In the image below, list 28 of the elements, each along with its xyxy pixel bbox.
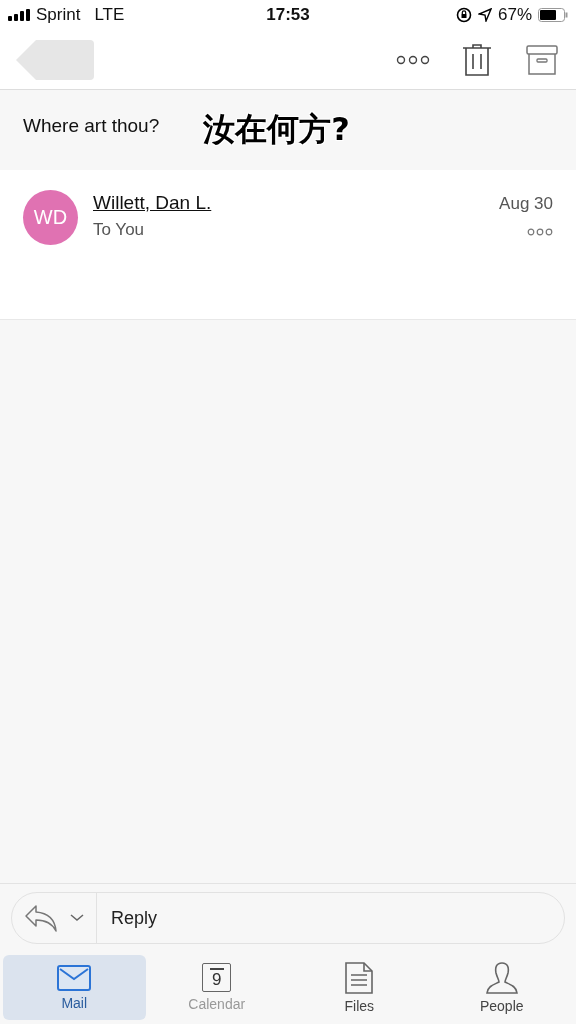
network-type: LTE <box>94 5 125 25</box>
caret-icon[interactable] <box>70 914 84 922</box>
trash-icon[interactable] <box>462 42 492 77</box>
signal-icon <box>8 9 30 21</box>
battery-percent: 67% <box>498 5 532 25</box>
mail-icon <box>57 964 92 991</box>
tab[interactable]: People <box>430 955 573 1020</box>
archive-icon[interactable] <box>526 44 558 75</box>
reply-field[interactable]: Reply <box>97 907 564 929</box>
tab[interactable]: Mail <box>3 955 146 1020</box>
rotation-lock-icon <box>456 7 472 23</box>
document-icon <box>345 961 374 994</box>
message-date: Aug 30 <box>499 194 553 214</box>
sender-avatar: WD <box>23 190 78 245</box>
calendar-icon: 9 <box>202 963 232 992</box>
location-arrow-icon <box>478 8 492 22</box>
status-time: 17:53 <box>266 5 310 25</box>
reply-bar[interactable]: Reply <box>11 892 565 944</box>
email-subject: Where art thou? <box>23 115 160 137</box>
recipient-label: To You <box>93 220 145 240</box>
sender-link[interactable]: Willett, Dan L. <box>93 192 212 214</box>
more-icon[interactable] <box>396 54 430 65</box>
carrier-name: Sprint <box>36 5 81 25</box>
caption-overlay: 汝在何方? <box>203 109 350 150</box>
person-icon <box>485 961 518 994</box>
more-icon[interactable] <box>527 228 553 236</box>
battery-icon <box>538 8 568 22</box>
tab[interactable]: Files <box>288 955 431 1020</box>
